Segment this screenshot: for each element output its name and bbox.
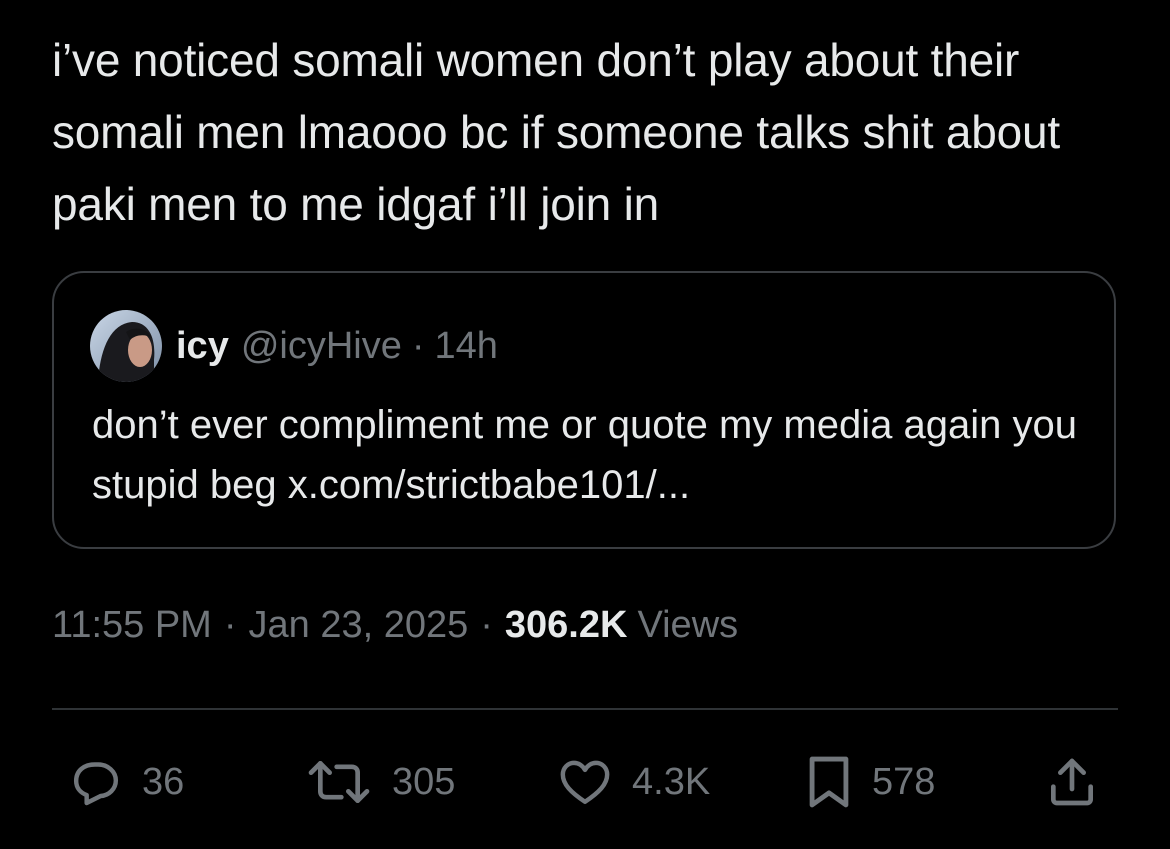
repost-button[interactable]: 305 <box>304 752 455 812</box>
bookmark-count: 578 <box>872 760 936 803</box>
bookmark-button[interactable]: 578 <box>804 752 935 812</box>
separator-dot: · <box>480 604 493 646</box>
views-label: Views <box>637 604 739 646</box>
bookmark-icon <box>804 753 854 811</box>
like-icon <box>556 754 614 810</box>
separator-dot: · <box>223 604 237 646</box>
share-icon <box>1044 754 1100 810</box>
tweet-time[interactable]: 11:55 PM <box>52 604 212 646</box>
like-button[interactable]: 4.3K <box>556 752 710 812</box>
quoted-tweet-card[interactable]: icy @icyHive · 14h don’t ever compliment… <box>52 271 1116 549</box>
quoted-tweet-header: icy @icyHive · 14h <box>90 309 498 383</box>
like-count: 4.3K <box>632 760 711 803</box>
tweet-metadata: 11:55 PM · Jan 23, 2025 · 306.2K Views <box>52 604 738 647</box>
tweet-text: i’ve noticed somali women don’t play abo… <box>52 34 1061 230</box>
quoted-tweet-text: don’t ever compliment me or quote my med… <box>92 403 1077 507</box>
repost-count: 305 <box>392 760 456 803</box>
quoted-tweet-time[interactable]: 14h <box>435 325 498 368</box>
separator-dot: · <box>411 324 425 367</box>
repost-icon <box>304 754 374 810</box>
views-count: 306.2K <box>504 604 628 646</box>
share-button[interactable] <box>1044 752 1100 812</box>
avatar[interactable] <box>90 310 162 382</box>
tweet-date[interactable]: Jan 23, 2025 <box>249 604 469 646</box>
reply-count: 36 <box>142 760 185 803</box>
divider <box>52 708 1118 710</box>
reply-icon <box>68 754 124 810</box>
quoted-author-name[interactable]: icy <box>176 325 229 368</box>
reply-button[interactable]: 36 <box>68 752 184 812</box>
quoted-author-handle[interactable]: @icyHive <box>241 325 402 368</box>
